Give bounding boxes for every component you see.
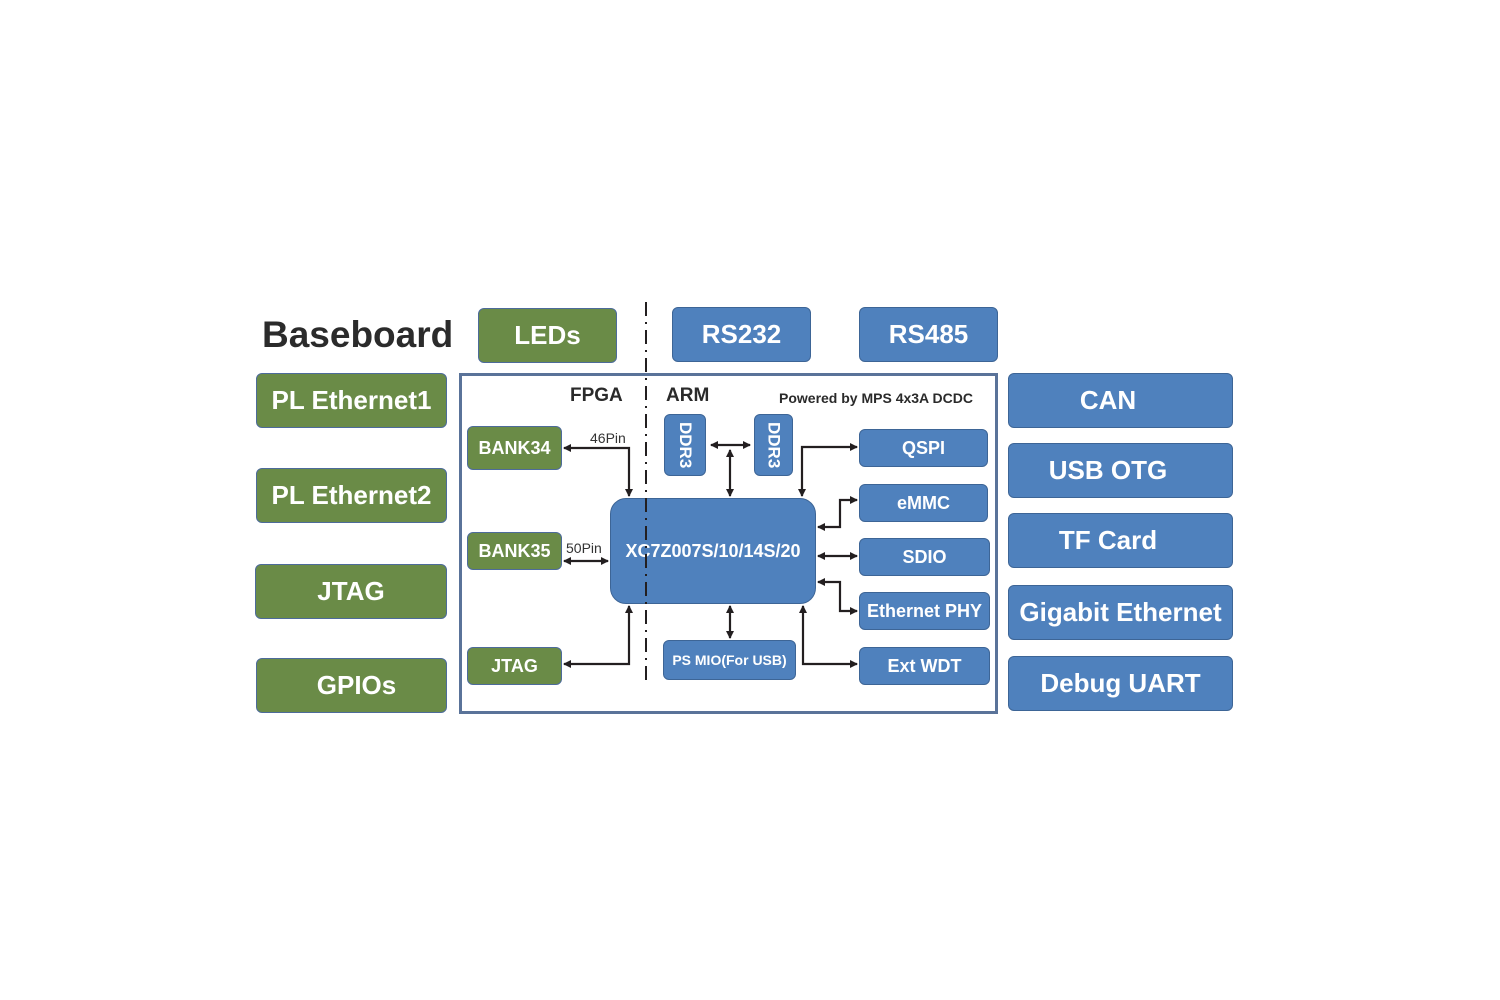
peripheral-emmc: eMMC	[859, 484, 988, 522]
module-jtag-label: JTAG	[317, 576, 385, 606]
fpga-label: FPGA	[570, 385, 623, 406]
baseboard-title: Baseboard	[262, 314, 454, 355]
module-rs485: RS485	[859, 307, 998, 362]
bank34-label: BANK34	[478, 437, 551, 458]
module-leds-label: LEDs	[514, 320, 581, 350]
module-tf-card-label: TF Card	[1058, 525, 1158, 555]
power-note: Powered by MPS 4x3A DCDC	[779, 390, 973, 406]
module-tf-card: TF Card	[1008, 513, 1233, 568]
core-jtag-block: JTAG	[467, 647, 562, 685]
bank35-block: BANK35	[467, 532, 562, 570]
core-jtag-label: JTAG	[491, 655, 538, 676]
module-debug-uart-label: Debug UART	[1040, 668, 1201, 698]
ddr3-label-1: DDR3	[676, 421, 695, 469]
module-leds: LEDs	[478, 308, 617, 363]
zynq-chip: XC7Z007S/10/14S/20	[610, 498, 816, 604]
arm-label: ARM	[666, 385, 710, 406]
module-pl-ethernet2-label: PL Ethernet2	[271, 480, 432, 510]
module-pl-ethernet1-label: PL Ethernet1	[271, 385, 432, 415]
ddr3-label-2: DDR3	[764, 421, 784, 469]
module-rs232: RS232	[672, 307, 811, 362]
peripheral-ethernet-phy-label: Ethernet PHY	[866, 600, 983, 621]
peripheral-sdio-label: SDIO	[902, 546, 947, 567]
module-gigabit-ethernet-label: Gigabit Ethernet	[1019, 597, 1222, 627]
module-usb-otg-label: USB OTG	[1048, 455, 1168, 485]
peripheral-emmc-label: eMMC	[897, 492, 950, 513]
module-rs232-label: RS232	[701, 319, 782, 349]
ps-mio-block: PS MIO(For USB)	[663, 640, 796, 680]
module-rs485-label: RS485	[888, 319, 969, 349]
module-can-label: CAN	[1079, 385, 1137, 415]
bank34-block: BANK34	[467, 426, 562, 470]
bank35-pin-label: 50Pin	[566, 540, 602, 556]
module-can: CAN	[1008, 373, 1233, 428]
module-debug-uart: Debug UART	[1008, 656, 1233, 711]
zynq-chip-label: XC7Z007S/10/14S/20	[625, 540, 801, 561]
peripheral-ext-wdt-label: Ext WDT	[887, 655, 962, 676]
ddr3-block-2: DDR3	[754, 414, 793, 476]
ps-mio-label: PS MIO(For USB)	[672, 652, 787, 668]
module-jtag: JTAG	[255, 564, 447, 619]
module-pl-ethernet1: PL Ethernet1	[256, 373, 447, 428]
peripheral-qspi-label: QSPI	[901, 437, 945, 458]
peripheral-ext-wdt: Ext WDT	[859, 647, 990, 685]
peripheral-ethernet-phy: Ethernet PHY	[859, 592, 990, 630]
bank35-label: BANK35	[478, 540, 551, 561]
module-pl-ethernet2: PL Ethernet2	[256, 468, 447, 523]
module-gigabit-ethernet: Gigabit Ethernet	[1008, 585, 1233, 640]
bank34-pin-label: 46Pin	[590, 430, 626, 446]
module-gpios: GPIOs	[256, 658, 447, 713]
peripheral-sdio: SDIO	[859, 538, 990, 576]
ddr3-block-1: DDR3	[664, 414, 706, 476]
module-usb-otg: USB OTG	[1008, 443, 1233, 498]
module-gpios-label: GPIOs	[316, 670, 397, 700]
peripheral-qspi: QSPI	[859, 429, 988, 467]
